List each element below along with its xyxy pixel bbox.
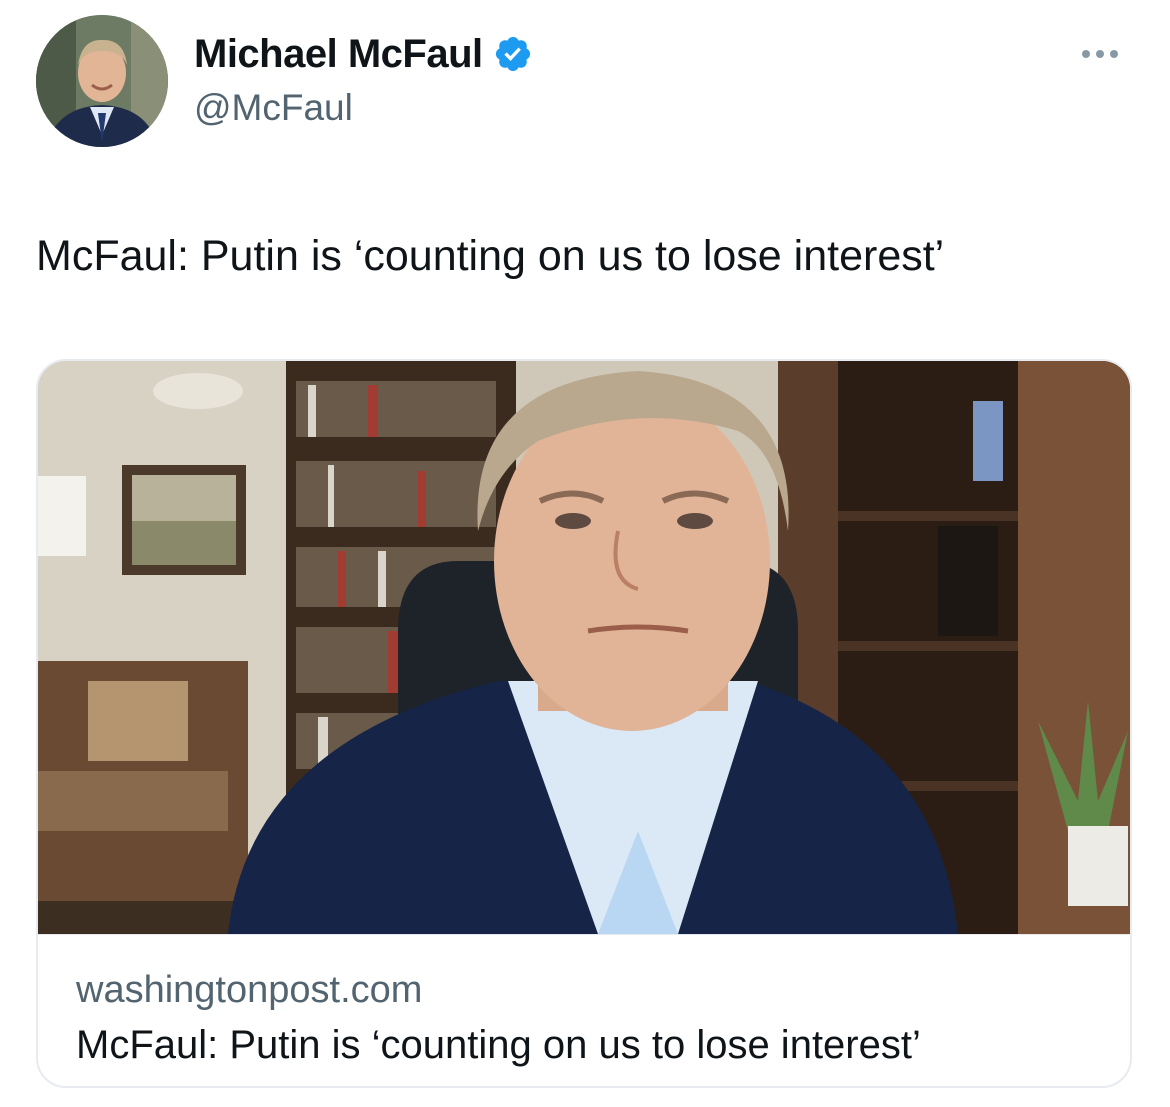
author-handle[interactable]: @McFaul [194,86,353,130]
link-card-image[interactable] [38,361,1130,934]
link-card-footer[interactable]: washingtonpost.com McFaul: Putin is ‘cou… [38,934,1130,1086]
verified-badge-icon [495,36,530,72]
link-card-domain: washingtonpost.com [76,969,423,1011]
author-avatar[interactable] [36,15,168,147]
author-display-name[interactable]: Michael McFaul [194,30,483,78]
link-card[interactable]: washingtonpost.com McFaul: Putin is ‘cou… [36,359,1132,1088]
link-card-title: McFaul: Putin is ‘counting on us to lose… [76,1023,921,1067]
more-options-icon[interactable] [1082,40,1138,68]
tweet-text: McFaul: Putin is ‘counting on us to lose… [36,232,945,280]
